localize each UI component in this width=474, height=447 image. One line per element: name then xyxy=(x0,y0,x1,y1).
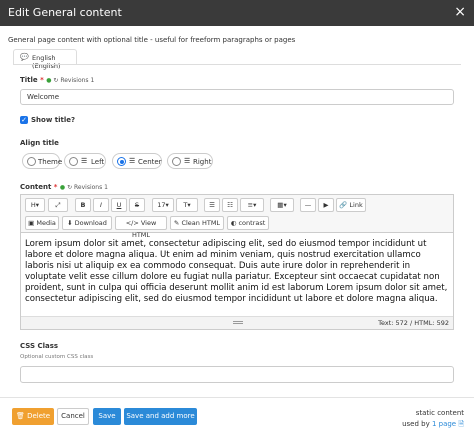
link-icon: 🔗 xyxy=(339,201,348,209)
static-content-label: static content xyxy=(415,409,464,417)
content-revisions[interactable]: ● ↻ Revisions 1 xyxy=(60,184,108,191)
used-by-line: used by 1 page 🗎 xyxy=(402,419,464,430)
align-right-label: Right xyxy=(193,158,212,166)
modal-titlebar: Edit General content × xyxy=(0,0,474,26)
delete-button[interactable]: 🗑 Delete xyxy=(12,408,54,425)
document-icon: 🗎 xyxy=(458,420,464,428)
text-count: Text: 572 / HTML: 592 xyxy=(378,319,449,327)
align-left-icon: ☰ xyxy=(81,157,88,165)
chat-bubble-icon: 💬 xyxy=(20,53,29,61)
contrast-icon: ◐ xyxy=(230,219,237,227)
align-theme-label: Theme xyxy=(38,158,63,166)
chat-bubble-icon: ● xyxy=(59,184,66,191)
view-html-button[interactable]: </> View HTML xyxy=(115,216,167,239)
css-class-hint: Optional custom CSS class xyxy=(20,354,94,360)
font-size-button[interactable]: 17▾ xyxy=(152,198,174,212)
editor-toolbar: H▾ ⤢ B I U S 17▾ T▾ ☰ ☷ ≡▾ ▦▾ — ▶ 🔗 Link… xyxy=(21,195,453,239)
required-marker: * xyxy=(40,76,44,84)
tab-english[interactable]: 💬 English (English) xyxy=(13,49,77,70)
radio-center[interactable] xyxy=(117,157,126,166)
media-button[interactable]: ▣ Media xyxy=(25,216,59,230)
radio-right[interactable] xyxy=(172,157,181,166)
code-icon: </> xyxy=(125,219,139,227)
contrast-button[interactable]: ◐ contrast xyxy=(227,216,269,230)
content-description: General page content with optional title… xyxy=(8,36,296,44)
fullscreen-button[interactable]: ⤢ xyxy=(48,198,68,212)
clean-html-button[interactable]: ✎ Clean HTML xyxy=(170,216,224,230)
eraser-icon: ✎ xyxy=(173,219,180,227)
title-input[interactable]: Welcome xyxy=(20,89,454,105)
title-label-text: Title xyxy=(20,76,38,84)
italic-button[interactable]: I xyxy=(93,198,109,212)
close-icon[interactable]: × xyxy=(454,4,466,20)
trash-icon: 🗑 xyxy=(15,412,25,420)
history-icon: ↻ xyxy=(53,77,59,84)
align-option-right[interactable]: ☰ Right xyxy=(167,153,213,169)
link-button-label: Link xyxy=(349,201,363,209)
link-button[interactable]: 🔗 Link xyxy=(336,198,366,212)
required-marker: * xyxy=(53,183,58,191)
download-label: Download xyxy=(74,219,107,227)
history-icon: ↻ xyxy=(67,184,73,191)
align-right-icon: ☰ xyxy=(184,157,191,165)
save-button[interactable]: Save xyxy=(93,408,121,425)
align-option-center[interactable]: ☰ Center xyxy=(112,153,162,169)
tab-divider xyxy=(13,64,461,65)
horizontal-rule-button[interactable]: — xyxy=(300,198,316,212)
underline-button[interactable]: U xyxy=(111,198,127,212)
numbered-list-button[interactable]: ☷ xyxy=(222,198,238,212)
table-button[interactable]: ▦▾ xyxy=(270,198,294,212)
css-class-input[interactable] xyxy=(20,366,454,383)
delete-label: Delete xyxy=(27,412,51,420)
rich-text-editor[interactable]: H▾ ⤢ B I U S 17▾ T▾ ☰ ☷ ≡▾ ▦▾ — ▶ 🔗 Link… xyxy=(20,194,454,330)
strikethrough-button[interactable]: S xyxy=(129,198,145,212)
used-by-text: used by xyxy=(402,420,430,428)
used-by-link[interactable]: 1 page xyxy=(432,420,456,428)
show-title-label: Show title? xyxy=(31,116,76,124)
bold-button[interactable]: B xyxy=(75,198,91,212)
clean-html-label: Clean HTML xyxy=(181,219,221,227)
align-left-label: Left xyxy=(91,158,105,166)
align-option-theme[interactable]: Theme xyxy=(22,153,63,169)
content-revisions-text: Revisions 1 xyxy=(74,184,108,191)
align-title-label: Align title xyxy=(20,139,59,147)
image-icon: ▣ xyxy=(28,219,35,227)
align-center-icon: ☰ xyxy=(129,157,136,165)
download-icon: ⬇ xyxy=(67,219,73,227)
footer-divider xyxy=(0,397,474,398)
bullet-list-button[interactable]: ☰ xyxy=(204,198,220,212)
show-title-checkbox[interactable]: ✓ xyxy=(20,116,28,124)
editor-statusbar: Text: 572 / HTML: 592 xyxy=(21,316,453,329)
content-label-text: Content xyxy=(20,183,52,191)
tab-english-label: English (English) xyxy=(32,54,61,70)
radio-theme[interactable] xyxy=(27,157,36,166)
paragraph-align-button[interactable]: ≡▾ xyxy=(240,198,264,212)
text-style-button[interactable]: T▾ xyxy=(176,198,198,212)
align-option-left[interactable]: ☰ Left xyxy=(64,153,106,169)
chat-bubble-icon: ● xyxy=(46,77,52,84)
download-button[interactable]: ⬇ Download xyxy=(62,216,112,230)
heading-button[interactable]: H▾ xyxy=(25,198,45,212)
resize-handle[interactable] xyxy=(233,321,243,324)
title-revisions-text: Revisions 1 xyxy=(60,77,95,84)
content-label: Content * ● ↻ Revisions 1 xyxy=(20,183,108,191)
video-button[interactable]: ▶ xyxy=(318,198,334,212)
title-revisions[interactable]: ● ↻ Revisions 1 xyxy=(46,77,94,84)
usage-info: static content used by 1 page 🗎 xyxy=(402,408,464,430)
contrast-label: contrast xyxy=(238,219,266,227)
editor-content[interactable]: Lorem ipsum dolor sit amet, consectetur … xyxy=(25,239,451,305)
cancel-button[interactable]: Cancel xyxy=(57,408,89,425)
save-and-add-more-button[interactable]: Save and add more xyxy=(124,408,197,425)
media-label: Media xyxy=(36,219,56,227)
radio-left[interactable] xyxy=(69,157,78,166)
title-label: Title * ● ↻ Revisions 1 xyxy=(20,76,94,84)
modal-title: Edit General content xyxy=(8,6,122,19)
css-class-label: CSS Class xyxy=(20,342,59,350)
align-center-label: Center xyxy=(138,158,162,166)
